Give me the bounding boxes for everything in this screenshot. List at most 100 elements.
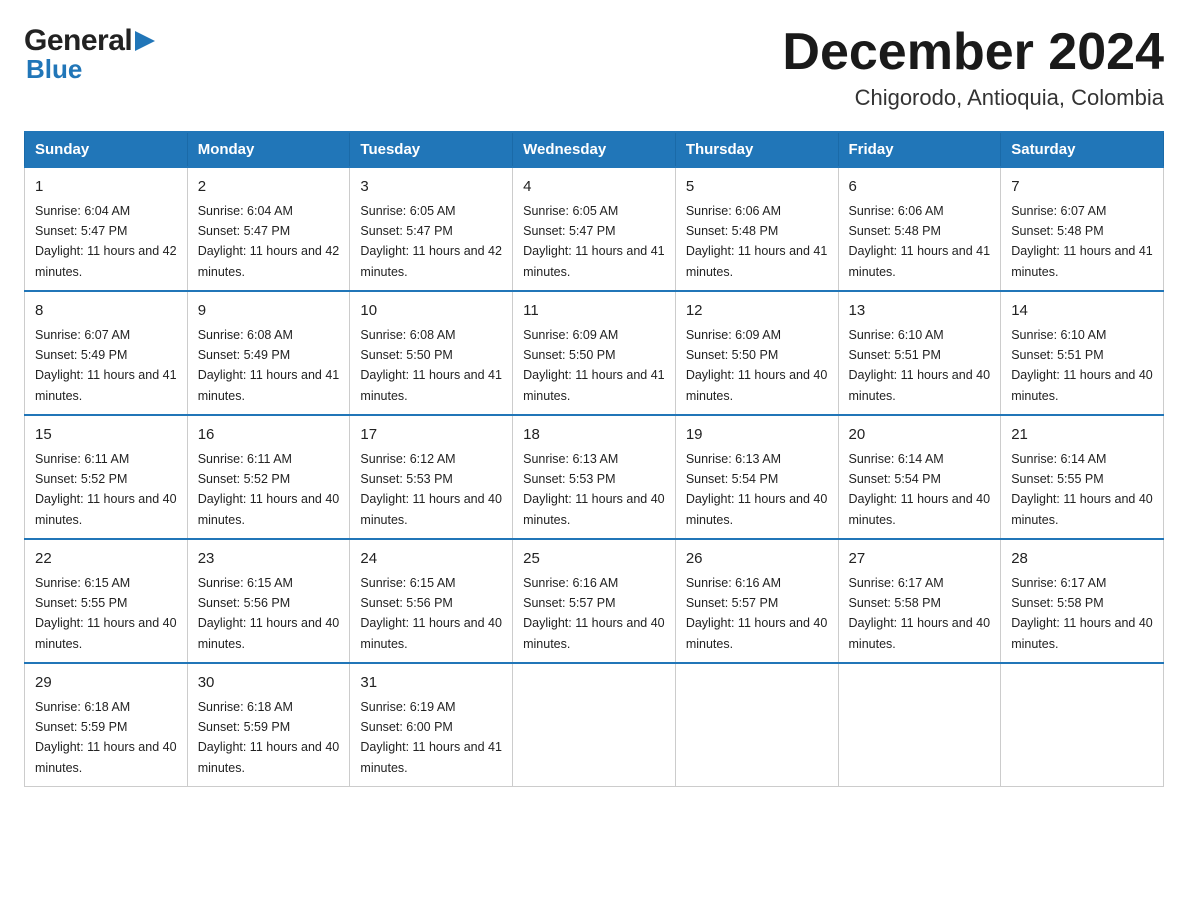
day-number: 5: [686, 176, 828, 199]
calendar-week-row: 1 Sunrise: 6:04 AMSunset: 5:47 PMDayligh…: [25, 167, 1164, 291]
calendar-week-row: 29 Sunrise: 6:18 AMSunset: 5:59 PMDaylig…: [25, 663, 1164, 787]
day-number: 7: [1011, 176, 1153, 199]
day-number: 9: [198, 300, 340, 323]
day-info: Sunrise: 6:09 AMSunset: 5:50 PMDaylight:…: [523, 328, 665, 403]
calendar-day-cell: 14 Sunrise: 6:10 AMSunset: 5:51 PMDaylig…: [1001, 291, 1164, 415]
calendar-day-cell: 12 Sunrise: 6:09 AMSunset: 5:50 PMDaylig…: [675, 291, 838, 415]
calendar-day-cell: 23 Sunrise: 6:15 AMSunset: 5:56 PMDaylig…: [187, 539, 350, 663]
calendar-header-row: SundayMondayTuesdayWednesdayThursdayFrid…: [25, 132, 1164, 167]
day-info: Sunrise: 6:07 AMSunset: 5:48 PMDaylight:…: [1011, 204, 1153, 279]
day-number: 12: [686, 300, 828, 323]
calendar-day-cell: [513, 663, 676, 787]
day-number: 17: [360, 424, 502, 447]
day-number: 22: [35, 548, 177, 571]
calendar-day-cell: 31 Sunrise: 6:19 AMSunset: 6:00 PMDaylig…: [350, 663, 513, 787]
calendar-header-tuesday: Tuesday: [350, 132, 513, 167]
calendar-header-monday: Monday: [187, 132, 350, 167]
calendar-day-cell: 2 Sunrise: 6:04 AMSunset: 5:47 PMDayligh…: [187, 167, 350, 291]
calendar-day-cell: 1 Sunrise: 6:04 AMSunset: 5:47 PMDayligh…: [25, 167, 188, 291]
day-number: 24: [360, 548, 502, 571]
day-info: Sunrise: 6:08 AMSunset: 5:50 PMDaylight:…: [360, 328, 502, 403]
calendar-day-cell: [675, 663, 838, 787]
page-header: General Blue December 2024 Chigorodo, An…: [24, 24, 1164, 111]
logo: General Blue: [24, 24, 159, 85]
day-number: 15: [35, 424, 177, 447]
day-info: Sunrise: 6:16 AMSunset: 5:57 PMDaylight:…: [523, 576, 665, 651]
day-info: Sunrise: 6:11 AMSunset: 5:52 PMDaylight:…: [198, 452, 340, 527]
calendar-day-cell: [1001, 663, 1164, 787]
calendar-day-cell: 3 Sunrise: 6:05 AMSunset: 5:47 PMDayligh…: [350, 167, 513, 291]
calendar-day-cell: 9 Sunrise: 6:08 AMSunset: 5:49 PMDayligh…: [187, 291, 350, 415]
calendar-day-cell: 4 Sunrise: 6:05 AMSunset: 5:47 PMDayligh…: [513, 167, 676, 291]
calendar-day-cell: 20 Sunrise: 6:14 AMSunset: 5:54 PMDaylig…: [838, 415, 1001, 539]
day-number: 20: [849, 424, 991, 447]
calendar-header-sunday: Sunday: [25, 132, 188, 167]
logo-blue-text: Blue: [26, 54, 82, 85]
calendar-header-thursday: Thursday: [675, 132, 838, 167]
calendar-day-cell: 5 Sunrise: 6:06 AMSunset: 5:48 PMDayligh…: [675, 167, 838, 291]
day-number: 14: [1011, 300, 1153, 323]
day-info: Sunrise: 6:18 AMSunset: 5:59 PMDaylight:…: [35, 700, 177, 775]
day-number: 27: [849, 548, 991, 571]
calendar-day-cell: 26 Sunrise: 6:16 AMSunset: 5:57 PMDaylig…: [675, 539, 838, 663]
calendar-day-cell: 28 Sunrise: 6:17 AMSunset: 5:58 PMDaylig…: [1001, 539, 1164, 663]
logo-general-text: General: [24, 24, 132, 58]
day-info: Sunrise: 6:13 AMSunset: 5:53 PMDaylight:…: [523, 452, 665, 527]
calendar-day-cell: 8 Sunrise: 6:07 AMSunset: 5:49 PMDayligh…: [25, 291, 188, 415]
day-info: Sunrise: 6:08 AMSunset: 5:49 PMDaylight:…: [198, 328, 340, 403]
calendar-day-cell: 30 Sunrise: 6:18 AMSunset: 5:59 PMDaylig…: [187, 663, 350, 787]
calendar-day-cell: 29 Sunrise: 6:18 AMSunset: 5:59 PMDaylig…: [25, 663, 188, 787]
calendar-day-cell: 6 Sunrise: 6:06 AMSunset: 5:48 PMDayligh…: [838, 167, 1001, 291]
day-number: 19: [686, 424, 828, 447]
calendar-day-cell: 7 Sunrise: 6:07 AMSunset: 5:48 PMDayligh…: [1001, 167, 1164, 291]
day-number: 6: [849, 176, 991, 199]
day-info: Sunrise: 6:12 AMSunset: 5:53 PMDaylight:…: [360, 452, 502, 527]
day-number: 16: [198, 424, 340, 447]
day-info: Sunrise: 6:09 AMSunset: 5:50 PMDaylight:…: [686, 328, 828, 403]
day-number: 21: [1011, 424, 1153, 447]
day-number: 29: [35, 672, 177, 695]
day-number: 10: [360, 300, 502, 323]
day-number: 28: [1011, 548, 1153, 571]
month-title: December 2024: [782, 24, 1164, 81]
calendar-day-cell: 15 Sunrise: 6:11 AMSunset: 5:52 PMDaylig…: [25, 415, 188, 539]
day-number: 1: [35, 176, 177, 199]
calendar-day-cell: 16 Sunrise: 6:11 AMSunset: 5:52 PMDaylig…: [187, 415, 350, 539]
day-number: 26: [686, 548, 828, 571]
day-number: 11: [523, 300, 665, 323]
day-info: Sunrise: 6:19 AMSunset: 6:00 PMDaylight:…: [360, 700, 502, 775]
day-info: Sunrise: 6:15 AMSunset: 5:56 PMDaylight:…: [360, 576, 502, 651]
calendar-day-cell: [838, 663, 1001, 787]
day-info: Sunrise: 6:17 AMSunset: 5:58 PMDaylight:…: [1011, 576, 1153, 651]
day-info: Sunrise: 6:14 AMSunset: 5:54 PMDaylight:…: [849, 452, 991, 527]
day-info: Sunrise: 6:13 AMSunset: 5:54 PMDaylight:…: [686, 452, 828, 527]
calendar-day-cell: 24 Sunrise: 6:15 AMSunset: 5:56 PMDaylig…: [350, 539, 513, 663]
day-info: Sunrise: 6:16 AMSunset: 5:57 PMDaylight:…: [686, 576, 828, 651]
day-info: Sunrise: 6:06 AMSunset: 5:48 PMDaylight:…: [849, 204, 991, 279]
day-info: Sunrise: 6:04 AMSunset: 5:47 PMDaylight:…: [198, 204, 340, 279]
day-number: 3: [360, 176, 502, 199]
calendar-day-cell: 22 Sunrise: 6:15 AMSunset: 5:55 PMDaylig…: [25, 539, 188, 663]
day-info: Sunrise: 6:10 AMSunset: 5:51 PMDaylight:…: [849, 328, 991, 403]
day-number: 8: [35, 300, 177, 323]
day-number: 4: [523, 176, 665, 199]
day-number: 2: [198, 176, 340, 199]
calendar-day-cell: 25 Sunrise: 6:16 AMSunset: 5:57 PMDaylig…: [513, 539, 676, 663]
day-info: Sunrise: 6:15 AMSunset: 5:56 PMDaylight:…: [198, 576, 340, 651]
day-info: Sunrise: 6:11 AMSunset: 5:52 PMDaylight:…: [35, 452, 177, 527]
calendar-day-cell: 18 Sunrise: 6:13 AMSunset: 5:53 PMDaylig…: [513, 415, 676, 539]
day-number: 25: [523, 548, 665, 571]
logo-arrow-icon: [133, 27, 159, 55]
day-info: Sunrise: 6:04 AMSunset: 5:47 PMDaylight:…: [35, 204, 177, 279]
calendar-day-cell: 19 Sunrise: 6:13 AMSunset: 5:54 PMDaylig…: [675, 415, 838, 539]
calendar-header-saturday: Saturday: [1001, 132, 1164, 167]
calendar-table: SundayMondayTuesdayWednesdayThursdayFrid…: [24, 131, 1164, 787]
day-info: Sunrise: 6:10 AMSunset: 5:51 PMDaylight:…: [1011, 328, 1153, 403]
day-number: 31: [360, 672, 502, 695]
title-block: December 2024 Chigorodo, Antioquia, Colo…: [782, 24, 1164, 111]
day-info: Sunrise: 6:06 AMSunset: 5:48 PMDaylight:…: [686, 204, 828, 279]
day-number: 30: [198, 672, 340, 695]
day-number: 13: [849, 300, 991, 323]
calendar-header-friday: Friday: [838, 132, 1001, 167]
day-info: Sunrise: 6:15 AMSunset: 5:55 PMDaylight:…: [35, 576, 177, 651]
